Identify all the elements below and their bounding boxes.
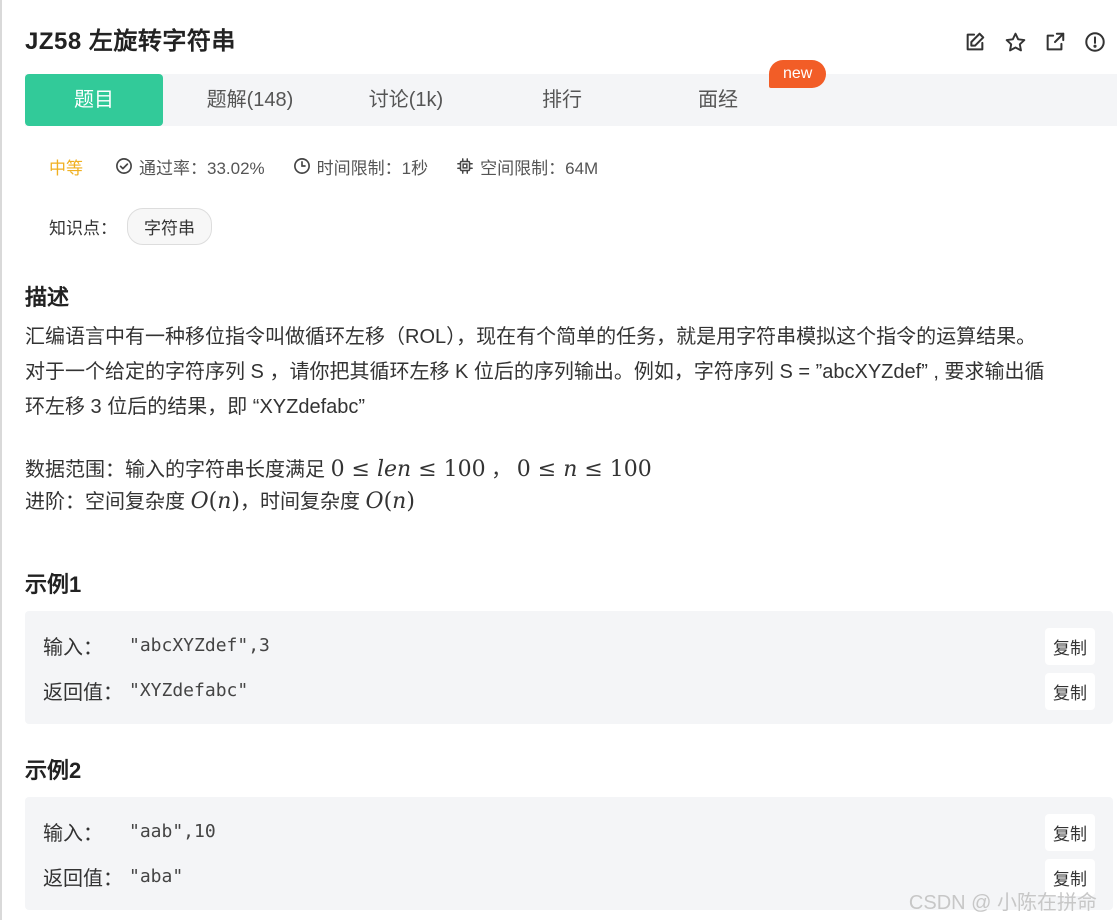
problem-title: JZ58 左旋转字符串 [25,28,236,55]
edit-icon[interactable] [963,30,987,54]
space-limit: 空间限制：64M [456,154,598,179]
watermark: CSDN @ 小陈在拼命 [908,892,1097,914]
space-limit-text: 空间限制：64M [480,158,599,178]
data-range-sep: ， [485,459,517,481]
advanced-prefix: 进阶：空间复杂度 [25,491,191,513]
example2-heading: 示例2 [25,758,82,783]
data-range-prefix: 数据范围：输入的字符串长度满足 [25,459,331,481]
range-formula-len: 0 ≤ len ≤ 100 [330,457,486,482]
new-badge: new [769,60,827,88]
example1-output-row: 返回值： "XYZdefabc" [43,676,248,705]
header-actions [963,30,1107,54]
range-formula-n: 0 ≤ n ≤ 100 [516,457,652,482]
tab-solutions[interactable]: 题解(148) [175,74,325,126]
check-circle-icon [116,158,132,174]
example1-input-row: 输入： "abcXYZdef",3 [43,631,270,660]
external-link-icon[interactable] [1043,30,1067,54]
input-label: 输入： [43,823,103,845]
advanced-requirement: 进阶：空间复杂度 O(n)，时间复杂度 O(n) [25,484,1113,520]
pass-rate-text: 通过率：33.02% [139,158,265,178]
example2-input-row: 输入： "aab",10 [43,817,216,846]
advanced-mid: ，时间复杂度 [239,491,366,513]
description-heading: 描述 [25,285,70,310]
problem-header: JZ58 左旋转字符串 [25,22,1115,62]
difficulty-label: 中等 [49,158,83,178]
time-limit-text: 时间限制：1秒 [316,158,429,178]
knowledge-points: 知识点： 字符串 [49,208,212,245]
space-complexity-formula: O(n) [190,489,240,514]
time-complexity-formula: O(n) [365,489,415,514]
copy-input-button[interactable]: 复制 [1045,814,1095,851]
description-line: 对于一个给定的字符序列 S ，请你把其循环左移 K 位后的序列输出。例如，字符序… [25,361,1045,383]
report-icon[interactable] [1083,30,1107,54]
example2-output-row: 返回值： "aba" [43,862,183,891]
tab-discussion[interactable]: 讨论(1k) [337,74,475,126]
problem-tabs: 题目 题解(148) 讨论(1k) 排行 面经 new [25,60,1117,126]
tab-ranking[interactable]: 排行 [493,74,631,126]
tab-interview[interactable]: 面经 [649,74,787,126]
example1-box: 输入： "abcXYZdef",3 复制 返回值： "XYZdefabc" 复制 [25,611,1113,724]
input-value: "abcXYZdef",3 [129,635,270,656]
knowledge-label: 知识点： [49,219,117,238]
left-border [0,0,2,920]
star-icon[interactable] [1003,30,1027,54]
output-label: 返回值： [43,682,123,704]
description-body: 汇编语言中有一种移位指令叫做循环左移（ROL），现在有个简单的任务，就是用字符串… [25,320,1113,520]
copy-output-button[interactable]: 复制 [1045,673,1095,710]
output-value: "XYZdefabc" [129,680,249,701]
time-limit: 时间限制：1秒 [293,154,428,179]
data-range: 数据范围：输入的字符串长度满足 0 ≤ len ≤ 100 ， 0 ≤ n ≤ … [25,452,1113,488]
description-line: 汇编语言中有一种移位指令叫做循环左移（ROL），现在有个简单的任务，就是用字符串… [25,326,1037,348]
problem-meta: 中等 通过率：33.02% 时间限制：1秒 空间限制：64M [49,154,626,178]
input-label: 输入： [43,637,103,659]
example1-heading: 示例1 [25,572,82,597]
input-value: "aab",10 [129,821,216,842]
chip-icon [457,158,474,174]
clock-icon [293,158,310,174]
description-line: 环左移 3 位后的结果，即 “XYZdefabc” [25,396,366,418]
copy-input-button[interactable]: 复制 [1045,628,1095,665]
output-value: "aba" [129,866,184,887]
knowledge-tag[interactable]: 字符串 [127,208,212,245]
pass-rate: 通过率：33.02% [115,154,265,179]
tab-problem[interactable]: 题目 [25,74,163,126]
output-label: 返回值： [43,868,123,890]
